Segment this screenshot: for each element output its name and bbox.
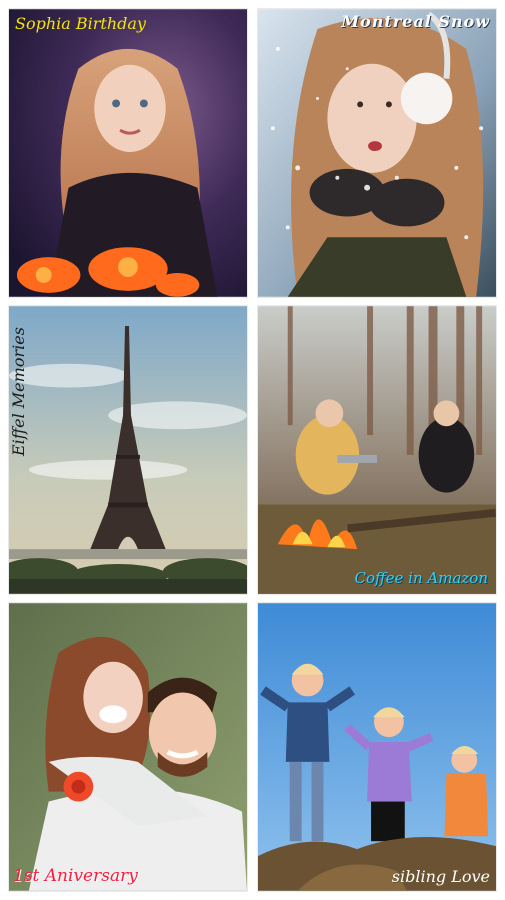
three-kids-sky-image <box>258 603 496 891</box>
caption-coffee-in-amazon: Coffee in Amazon <box>354 569 488 587</box>
photo-tile-eiffel-memories[interactable]: Eiffel Memories <box>8 305 248 595</box>
caption-eiffel-memories: Eiffel Memories <box>9 327 28 456</box>
couple-piggyback-image <box>9 603 247 891</box>
caption-sibling-love: sibling Love <box>391 867 490 886</box>
photo-tile-coffee-in-amazon[interactable]: Coffee in Amazon <box>257 305 497 595</box>
photo-tile-sibling-love[interactable]: sibling Love <box>257 602 497 892</box>
caption-montreal-snow: Montreal Snow <box>341 12 490 31</box>
photo-tile-1st-aniversary[interactable]: 1st Aniversary <box>8 602 248 892</box>
girl-portrait-image <box>9 9 247 297</box>
photo-tile-sophia-birthday[interactable]: Sophia Birthday <box>8 8 248 298</box>
caption-1st-aniversary: 1st Aniversary <box>13 866 138 886</box>
caption-sophia-birthday: Sophia Birthday <box>15 14 146 33</box>
eiffel-tower-image <box>9 306 247 594</box>
campfire-forest-image <box>258 306 496 594</box>
photo-tile-montreal-snow[interactable]: Montreal Snow <box>257 8 497 298</box>
snow-winter-image <box>258 9 496 297</box>
